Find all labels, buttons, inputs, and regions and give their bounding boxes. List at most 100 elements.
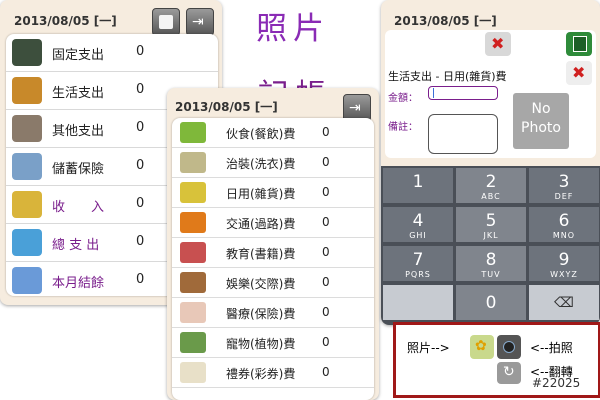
category-row-label: 伙食(餐飲)費: [226, 127, 296, 141]
amount-input[interactable]: [428, 86, 498, 100]
key-digit: 7: [412, 250, 424, 270]
note-label: 備註：: [388, 122, 418, 133]
key-digit: ⌫: [554, 295, 574, 311]
category-row-value: 0: [322, 215, 330, 229]
delete-icon: ✖: [491, 34, 505, 53]
save-button[interactable]: [566, 32, 592, 56]
summary-row-value: 0: [136, 158, 145, 173]
category-row[interactable]: 教育(書籍)費 0: [172, 238, 374, 268]
app-title-top: 照片: [256, 11, 330, 47]
delete-photo-button[interactable]: ✖: [485, 32, 511, 56]
text-cursor: [433, 88, 434, 98]
rotate-button[interactable]: ↻: [497, 362, 521, 384]
category-row[interactable]: 寵物(植物)費 0: [172, 328, 374, 358]
chart-report-button[interactable]: [152, 8, 180, 36]
image-tag: #22025: [532, 376, 581, 390]
no-photo-text-1: No: [531, 101, 551, 117]
truck-icon: [180, 212, 206, 233]
pencil-icon: [12, 229, 42, 256]
summary-row-label: 本月結餘: [52, 276, 105, 291]
summary-row-label: 總 支 出: [52, 238, 100, 253]
category-title: 生活支出 - 日用(雜貨)費: [388, 70, 507, 83]
chart-icon: [159, 15, 173, 29]
category-row-label: 教育(書籍)費: [226, 247, 296, 261]
key-digit: [383, 285, 453, 293]
no-photo-text-2: Photo: [521, 120, 561, 136]
category-row[interactable]: 醫療(保險)費 0: [172, 298, 374, 328]
exit-button[interactable]: ⇥: [186, 8, 214, 36]
category-row[interactable]: 交通(過路)費 0: [172, 208, 374, 238]
wallet-icon: [12, 39, 42, 66]
key-letters: TUV: [481, 270, 501, 279]
date-label: 2013/08/05 [一]: [14, 14, 117, 28]
date-label: 2013/08/05 [一]: [394, 14, 497, 28]
gallery-photo-button[interactable]: ✿: [470, 335, 494, 359]
key-6[interactable]: 6 MNO: [529, 207, 599, 242]
form-card: ✖ ✖ 生活支出 - 日用(雜貨)費 金額： 備註： No Photo: [385, 30, 596, 158]
plant-icon: [180, 332, 206, 353]
category-row[interactable]: 伙食(餐飲)費 0: [172, 118, 374, 148]
category-row[interactable]: 娛樂(交際)費 0: [172, 268, 374, 298]
category-row-value: 0: [322, 305, 330, 319]
groceries-icon: [180, 182, 206, 203]
key-blank: [383, 285, 453, 320]
key-letters: GHI: [409, 231, 427, 240]
save-icon: [573, 36, 587, 52]
food-icon: [180, 122, 206, 143]
note-input[interactable]: [428, 114, 498, 154]
key-letters: DEF: [554, 192, 574, 201]
category-row-label: 治裝(洗衣)費: [226, 157, 296, 171]
photo-legend-box: 照片--> ✿ ↻ <--拍照 <--翻轉 #22025: [393, 322, 600, 398]
key-backspace[interactable]: ⌫: [529, 285, 599, 320]
summary-row[interactable]: 固定支出 0: [6, 34, 218, 72]
camera-button[interactable]: [497, 335, 521, 359]
category-row-value: 0: [322, 275, 330, 289]
key-9[interactable]: 9 WXYZ: [529, 246, 599, 281]
key-digit: 3: [558, 172, 570, 192]
category-row[interactable]: 日用(雜貨)費 0: [172, 178, 374, 208]
key-1[interactable]: 1: [383, 168, 453, 203]
summary-row-label: 其他支出: [52, 124, 105, 139]
category-row[interactable]: 治裝(洗衣)費 0: [172, 148, 374, 178]
screen-category-list: 2013/08/05 [一] ⇥ 伙食(餐飲)費 0 治裝(洗衣)費 0 日用(雜貨)費…: [167, 88, 379, 400]
category-row-value: 0: [322, 335, 330, 349]
key-2[interactable]: 2 ABC: [456, 168, 526, 203]
amount-label: 金額：: [388, 93, 418, 104]
key-4[interactable]: 4 GHI: [383, 207, 453, 242]
camera-icon: [503, 341, 515, 353]
photo-legend-label: 照片-->: [407, 341, 450, 355]
category-row-label: 寵物(植物)費: [226, 337, 296, 351]
key-5[interactable]: 5 JKL: [456, 207, 526, 242]
cancel-button[interactable]: ✖: [566, 61, 592, 85]
key-digit: 2: [485, 172, 497, 192]
category-list: 伙食(餐飲)費 0 治裝(洗衣)費 0 日用(雜貨)費 0 交通(過路)費 0 教育(書籍)費 0…: [172, 118, 374, 400]
category-row-value: 0: [322, 125, 330, 139]
ticket-icon: [180, 362, 206, 383]
category-row-label: 醫療(保險)費: [226, 307, 296, 321]
key-letters: PQRS: [405, 270, 431, 279]
category-row-label: 禮券(彩券)費: [226, 367, 296, 381]
category-row-value: 0: [322, 155, 330, 169]
books-icon: [180, 242, 206, 263]
shopping-cart-icon: [12, 77, 42, 104]
key-3[interactable]: 3 DEF: [529, 168, 599, 203]
key-0[interactable]: 0: [456, 285, 526, 320]
medical-icon: [180, 302, 206, 323]
bank-icon: [12, 153, 42, 180]
summary-row-value: 0: [136, 196, 145, 211]
screen-entry-form: 2013/08/05 [一] ✖ ✖ 生活支出 - 日用(雜貨)費 金額： 備註…: [381, 0, 600, 325]
coins-icon: [12, 191, 42, 218]
summary-row-value: 0: [136, 120, 145, 135]
key-letters: JKL: [483, 231, 499, 240]
key-digit: 9: [558, 250, 570, 270]
key-7[interactable]: 7 PQRS: [383, 246, 453, 281]
summary-row-value: 0: [136, 82, 145, 97]
key-digit: 1: [412, 172, 424, 192]
flower-icon: ✿: [475, 338, 487, 354]
category-row[interactable]: 禮券(彩券)費 0: [172, 358, 374, 388]
number-keypad: 1 2 ABC 3 DEF 4 GHI 5 JKL 6 MNO 7 PQRS 8 TUV 9 WXYZ 0 ⌫: [381, 166, 600, 325]
key-digit: 4: [412, 211, 424, 231]
key-8[interactable]: 8 TUV: [456, 246, 526, 281]
key-letters: WXYZ: [550, 270, 578, 279]
no-photo-placeholder[interactable]: No Photo: [513, 93, 569, 149]
